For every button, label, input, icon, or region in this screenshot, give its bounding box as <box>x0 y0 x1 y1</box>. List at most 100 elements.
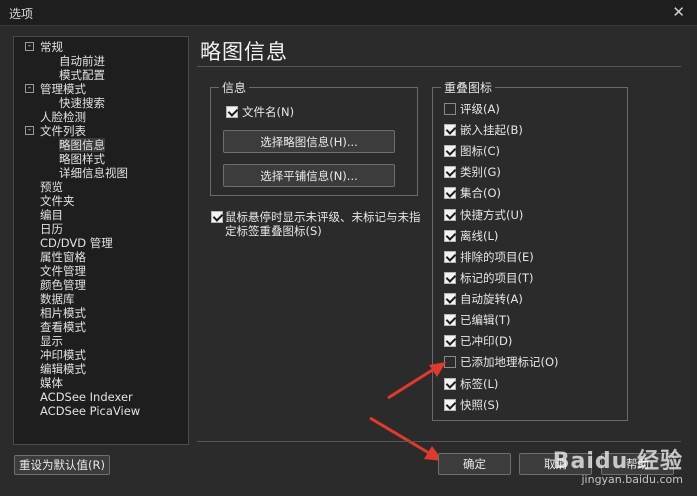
tree-item-label: 显示 <box>40 334 63 348</box>
overlay-checkbox[interactable]: 集合(O) <box>444 185 501 201</box>
hover-overlay-label: 鼠标悬停时显示未评级、未标记与未指定标签重叠图标(S) <box>225 210 421 238</box>
tree-item[interactable]: - 文件列表 <box>25 124 86 138</box>
tree-item[interactable]: ACDSee PicaView <box>40 404 140 418</box>
hover-overlay-checkbox[interactable]: 鼠标悬停时显示未评级、未标记与未指定标签重叠图标(S) <box>211 210 421 238</box>
options-tree[interactable]: - 常规 自动前进 模式配置 - 管理模式 快速搜索 人脸检测 - 文件列表 略图信息 略图样式 详细信… <box>13 36 189 445</box>
overlay-checkbox-box[interactable] <box>444 293 456 305</box>
overlay-checkbox-label: 快照(S) <box>460 398 500 412</box>
watermark: Baidu 经验 jingyan.baidu.com <box>553 443 683 486</box>
tree-expander-icon[interactable]: - <box>25 84 34 93</box>
tree-item[interactable]: 略图信息 <box>59 138 105 152</box>
overlay-checkbox-label: 离线(L) <box>460 229 499 243</box>
tree-item[interactable]: 颜色管理 <box>40 278 86 292</box>
overlay-checkbox[interactable]: 离线(L) <box>444 228 498 244</box>
tree-item-label: ACDSee Indexer <box>40 390 133 404</box>
tree-item[interactable]: CD/DVD 管理 <box>40 236 113 250</box>
tree-item[interactable]: 预览 <box>40 180 63 194</box>
tree-item[interactable]: - 管理模式 <box>25 82 86 96</box>
overlay-checkbox-label: 标签(L) <box>460 377 499 391</box>
overlay-checkbox[interactable]: 快捷方式(U) <box>444 207 523 223</box>
tree-item-label: 自动前进 <box>59 54 105 68</box>
tree-item-label: 快速搜索 <box>59 96 105 110</box>
reset-defaults-button[interactable]: 重设为默认值(R) <box>14 455 110 475</box>
watermark-url: jingyan.baidu.com <box>581 473 683 486</box>
tree-item-label: 冲印模式 <box>40 348 86 362</box>
window-title: 选项 <box>9 7 34 21</box>
tree-item[interactable]: 显示 <box>40 334 63 348</box>
tree-item[interactable]: 人脸检测 <box>40 110 86 124</box>
tree-item-label: 文件管理 <box>40 264 86 278</box>
tree-item[interactable]: 模式配置 <box>59 68 105 82</box>
tree-item-label: 颜色管理 <box>40 278 86 292</box>
tree-item[interactable]: 相片模式 <box>40 306 86 320</box>
overlay-checkbox[interactable]: 类别(G) <box>444 164 501 180</box>
overlay-checkbox-label: 排除的项目(E) <box>460 250 534 264</box>
overlay-checkbox-box[interactable] <box>444 272 456 284</box>
overlay-checkbox-label: 集合(O) <box>460 186 502 200</box>
overlay-checkbox[interactable]: 排除的项目(E) <box>444 249 534 265</box>
tree-item-label: 相片模式 <box>40 306 86 320</box>
ok-button[interactable]: 确定 <box>438 453 511 475</box>
overlay-checkbox[interactable]: 自动旋转(A) <box>444 291 523 307</box>
overlay-checkbox-box[interactable] <box>444 335 456 347</box>
filename-checkbox[interactable]: 文件名(N) <box>226 104 294 120</box>
tree-item-label: 管理模式 <box>40 82 86 96</box>
tree-item-label: 人脸检测 <box>40 110 86 124</box>
tree-item[interactable]: 文件管理 <box>40 264 86 278</box>
overlay-checkbox[interactable]: 已编辑(T) <box>444 312 511 328</box>
hover-overlay-checkbox-box[interactable] <box>211 211 223 223</box>
tree-item[interactable]: ACDSee Indexer <box>40 390 133 404</box>
tree-item[interactable]: 编目 <box>40 208 63 222</box>
tree-item-label: 属性窗格 <box>40 250 86 264</box>
overlay-checkbox[interactable]: 嵌入挂起(B) <box>444 122 523 138</box>
overlay-checkbox-box[interactable] <box>444 124 456 136</box>
overlay-checkbox[interactable]: 已冲印(D) <box>444 333 512 349</box>
tree-item[interactable]: 快速搜索 <box>59 96 105 110</box>
tree-item-label: 文件夹 <box>40 194 75 208</box>
overlay-checkbox[interactable]: 评级(A) <box>444 101 500 117</box>
red-arrow-icon <box>387 362 446 400</box>
tree-item[interactable]: 数据库 <box>40 292 75 306</box>
tree-item[interactable]: 文件夹 <box>40 194 75 208</box>
overlay-checkbox-label: 自动旋转(A) <box>460 292 523 306</box>
overlay-checkbox-box[interactable] <box>444 187 456 199</box>
tree-item[interactable]: 冲印模式 <box>40 348 86 362</box>
tree-item[interactable]: 自动前进 <box>59 54 105 68</box>
overlay-checkbox[interactable]: 图标(C) <box>444 143 500 159</box>
overlay-checkbox[interactable]: 已添加地理标记(O) <box>444 354 559 370</box>
overlay-checkbox-box[interactable] <box>444 230 456 242</box>
overlay-checkbox-label: 已编辑(T) <box>460 313 511 327</box>
tree-item-label: 查看模式 <box>40 320 86 334</box>
tree-item[interactable]: 查看模式 <box>40 320 86 334</box>
overlay-checkbox-box[interactable] <box>444 145 456 157</box>
overlay-checkbox-box[interactable] <box>444 209 456 221</box>
overlay-checkbox-box[interactable] <box>444 251 456 263</box>
overlay-group-legend: 重叠图标 <box>441 79 496 96</box>
tree-item[interactable]: 略图样式 <box>59 152 105 166</box>
tree-item-label: 日历 <box>40 222 63 236</box>
tree-expander-icon[interactable]: - <box>25 42 34 51</box>
overlay-checkbox-box[interactable] <box>444 103 456 115</box>
select-tile-info-button[interactable]: 选择平铺信息(N)... <box>223 164 395 187</box>
overlay-checkbox-label: 嵌入挂起(B) <box>460 123 523 137</box>
tree-item-label: 略图信息 <box>59 138 105 152</box>
overlay-checkbox-box[interactable] <box>444 166 456 178</box>
overlay-checkbox-label: 类别(G) <box>460 165 501 179</box>
tree-expander-icon[interactable]: - <box>25 126 34 135</box>
select-thumbnail-info-button[interactable]: 选择略图信息(H)... <box>223 130 395 153</box>
close-icon[interactable]: ✕ <box>672 3 685 21</box>
tree-item[interactable]: 属性窗格 <box>40 250 86 264</box>
tree-item[interactable]: 详细信息视图 <box>59 166 128 180</box>
overlay-checkbox-box[interactable] <box>444 314 456 326</box>
tree-item-label: 模式配置 <box>59 68 105 82</box>
tree-item[interactable]: 日历 <box>40 222 63 236</box>
overlay-checkbox-label: 图标(C) <box>460 144 501 158</box>
tree-item[interactable]: 编辑模式 <box>40 362 86 376</box>
tree-item[interactable]: - 常规 <box>25 40 63 54</box>
filename-checkbox-box[interactable] <box>226 106 238 118</box>
overlay-checkbox[interactable]: 标记的项目(T) <box>444 270 534 286</box>
overlay-checkbox-label: 已添加地理标记(O) <box>460 355 559 369</box>
tree-item-label: 文件列表 <box>40 124 86 138</box>
tree-item[interactable]: 媒体 <box>40 376 63 390</box>
watermark-brand: Baidu 经验 <box>552 449 683 474</box>
